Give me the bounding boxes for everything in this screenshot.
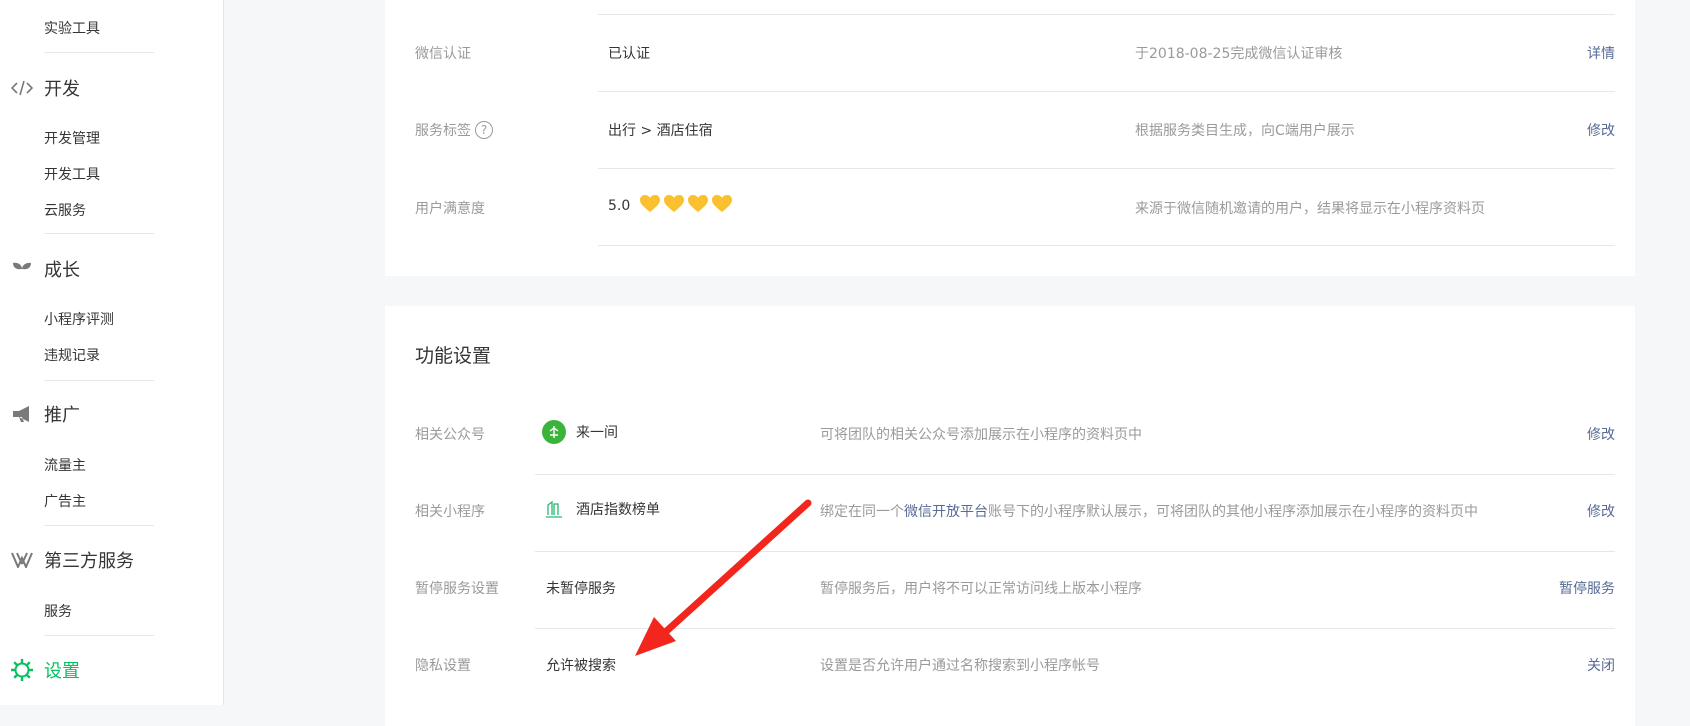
sidebar-item-review[interactable]: 小程序评测 xyxy=(44,309,114,329)
row-desc: 可将团队的相关公众号添加展示在小程序的资料页中 xyxy=(820,427,1142,443)
row-label: 用户满意度 xyxy=(415,201,485,217)
miniprogram-name: 酒店指数榜单 xyxy=(576,502,660,518)
modify-link[interactable]: 修改 xyxy=(1587,501,1615,521)
row-desc: 绑定在同一个微信开放平台账号下的小程序默认展示，可将团队的其他小程序添加展示在小… xyxy=(820,501,1478,521)
sidebar-item-service[interactable]: 服务 xyxy=(44,601,72,621)
rating-score: 5.0 xyxy=(608,198,631,214)
pause-service-link[interactable]: 暂停服务 xyxy=(1559,578,1615,598)
third-party-icon xyxy=(0,552,44,568)
sprout-icon xyxy=(0,260,44,278)
sidebar-section-settings[interactable]: 设置 xyxy=(0,656,80,684)
setting-row-related-oa: 相关公众号 来一间 可将团队的相关公众号添加展示在小程序的资料页中 修改 xyxy=(415,395,1615,472)
row-divider xyxy=(598,245,1615,246)
desc-text: 绑定在同一个 xyxy=(820,504,904,520)
official-account-name: 来一间 xyxy=(576,425,618,441)
sidebar-section-dev[interactable]: 开发 xyxy=(0,74,80,102)
sidebar-section-label: 成长 xyxy=(44,260,80,281)
settings-gear-icon xyxy=(0,658,44,682)
sidebar-item-cloud[interactable]: 云服务 xyxy=(44,200,86,220)
code-icon xyxy=(0,80,44,96)
sidebar-divider xyxy=(44,52,154,53)
megaphone-icon xyxy=(0,405,44,423)
sidebar: 实验工具 开发 开发管理 开发工具 云服务 成长 小程序评测 违规记录 推广 流… xyxy=(0,0,224,705)
info-row-service-tag: 服务标签 ? 出行 > 酒店住宿 根据服务类目生成，向C端用户展示 修改 xyxy=(415,92,1615,169)
open-platform-link[interactable]: 微信开放平台 xyxy=(904,504,988,520)
row-value: 酒店指数榜单 xyxy=(542,497,660,521)
setting-row-related-miniprogram: 相关小程序 酒店指数榜单 绑定在同一个微信开放平台账号下的小程序默认展示，可将团… xyxy=(415,472,1615,549)
row-label: 微信认证 xyxy=(415,46,471,62)
sidebar-section-label: 开发 xyxy=(44,79,80,100)
satisfaction-rating: 5.0 xyxy=(608,195,733,217)
sidebar-section-promo[interactable]: 推广 xyxy=(0,400,80,428)
sidebar-section-growth[interactable]: 成长 xyxy=(0,255,80,283)
row-desc: 暂停服务后，用户将不可以正常访问线上版本小程序 xyxy=(820,581,1142,597)
modify-link[interactable]: 修改 xyxy=(1587,120,1615,140)
close-link[interactable]: 关闭 xyxy=(1587,655,1615,675)
sidebar-section-third-party[interactable]: 第三方服务 xyxy=(0,546,134,574)
row-desc: 于2018-08-25完成微信认证审核 xyxy=(1135,46,1343,62)
row-value: 已认证 xyxy=(608,46,650,62)
row-value: 允许被搜索 xyxy=(546,658,616,674)
setting-row-privacy: 隐私设置 允许被搜索 设置是否允许用户通过名称搜索到小程序帐号 关闭 xyxy=(415,626,1615,703)
official-account-avatar xyxy=(542,420,566,444)
info-row-wechat-auth: 微信认证 已认证 于2018-08-25完成微信认证审核 详情 xyxy=(415,15,1615,92)
heart-icon xyxy=(664,195,685,217)
sidebar-item-lab-tools[interactable]: 实验工具 xyxy=(44,18,100,38)
sidebar-item-dev-manage[interactable]: 开发管理 xyxy=(44,128,100,148)
basic-info-card: 微信认证 已认证 于2018-08-25完成微信认证审核 详情 服务标签 ? 出… xyxy=(385,0,1635,276)
row-label-text: 服务标签 xyxy=(415,123,471,139)
details-link[interactable]: 详情 xyxy=(1587,43,1615,63)
heart-icon xyxy=(712,195,733,217)
miniprogram-logo xyxy=(542,497,566,521)
row-label: 隐私设置 xyxy=(415,658,471,674)
sidebar-divider xyxy=(44,380,154,381)
sidebar-divider xyxy=(44,233,154,234)
row-desc: 设置是否允许用户通过名称搜索到小程序帐号 xyxy=(820,658,1100,674)
desc-text: 账号下的小程序默认展示，可将团队的其他小程序添加展示在小程序的资料页中 xyxy=(988,504,1478,520)
sidebar-item-advertiser[interactable]: 广告主 xyxy=(44,491,86,511)
sidebar-section-label: 设置 xyxy=(44,661,80,682)
section-title: 功能设置 xyxy=(415,345,492,367)
row-value: 出行 > 酒店住宿 xyxy=(608,123,713,139)
row-desc: 根据服务类目生成，向C端用户展示 xyxy=(1135,123,1355,139)
row-desc: 来源于微信随机邀请的用户，结果将显示在小程序资料页 xyxy=(1135,201,1485,217)
heart-icon xyxy=(688,195,709,217)
row-value: 未暂停服务 xyxy=(546,581,616,597)
sidebar-section-label: 推广 xyxy=(44,405,80,426)
row-value: 来一间 xyxy=(542,420,618,444)
help-icon[interactable]: ? xyxy=(475,121,493,139)
row-label: 相关公众号 xyxy=(415,427,485,443)
sidebar-item-dev-tools[interactable]: 开发工具 xyxy=(44,164,100,184)
row-label: 暂停服务设置 xyxy=(415,581,499,597)
row-label: 相关小程序 xyxy=(415,504,485,520)
sidebar-item-traffic[interactable]: 流量主 xyxy=(44,455,86,475)
modify-link[interactable]: 修改 xyxy=(1587,424,1615,444)
info-row-satisfaction: 用户满意度 5.0 来源于微信随机邀请的用户，结果将显示在小程序资料页 xyxy=(415,169,1615,246)
heart-icon xyxy=(640,195,661,217)
row-label: 服务标签 ? xyxy=(415,120,493,140)
setting-row-pause-service: 暂停服务设置 未暂停服务 暂停服务后，用户将不可以正常访问线上版本小程序 暂停服… xyxy=(415,549,1615,626)
sidebar-divider xyxy=(44,635,154,636)
sidebar-item-violations[interactable]: 违规记录 xyxy=(44,345,100,365)
function-settings-card: 功能设置 相关公众号 来一间 可将团队的相关公众号添加展示在小程序的资料页中 修… xyxy=(385,306,1635,726)
sidebar-divider xyxy=(44,525,154,526)
sidebar-section-label: 第三方服务 xyxy=(44,551,134,572)
